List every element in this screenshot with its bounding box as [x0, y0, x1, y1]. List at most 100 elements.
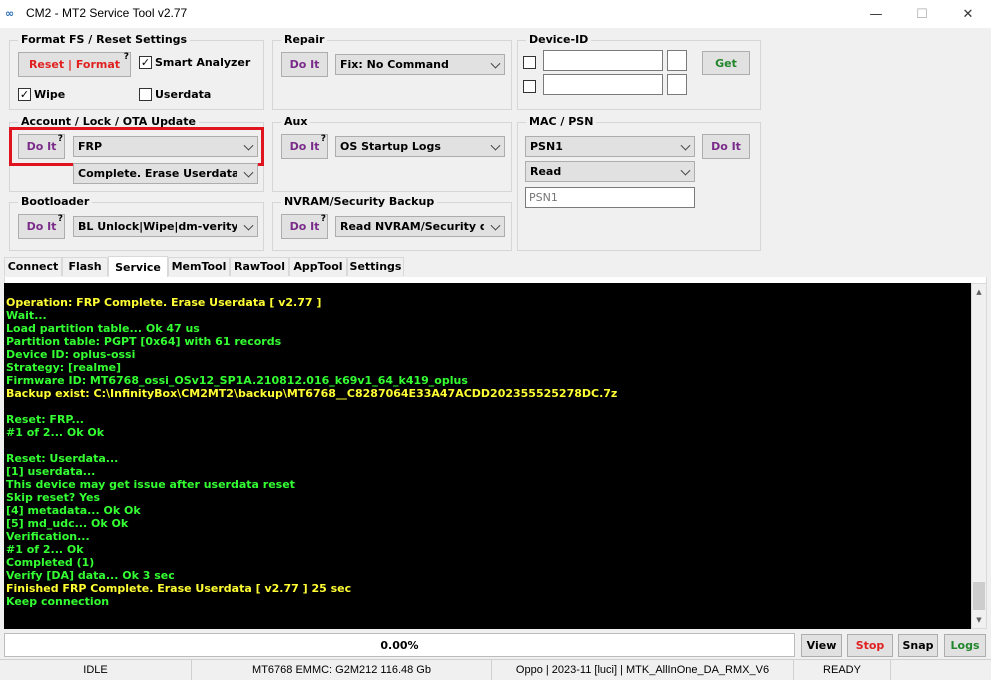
- console-line: Strategy: [realme]: [6, 361, 122, 374]
- scroll-up-icon[interactable]: ▲: [973, 285, 985, 299]
- help-icon[interactable]: ?: [124, 52, 129, 62]
- scrollbar-thumb[interactable]: [973, 582, 985, 610]
- console-line: Keep connection: [6, 595, 110, 608]
- aux-title: Aux: [281, 115, 311, 129]
- smart-analyzer-checkbox[interactable]: ✓: [139, 56, 152, 69]
- aux-select[interactable]: OS Startup Logs: [335, 136, 505, 157]
- stop-label: Stop: [855, 639, 885, 652]
- nvram-do-it-label: Do It: [289, 220, 320, 233]
- aux-do-it-button[interactable]: Do It ?: [281, 134, 328, 159]
- smart-analyzer-label: Smart Analyzer: [155, 56, 251, 69]
- console-line: [1] userdata...: [6, 465, 96, 478]
- userdata-checkbox[interactable]: [139, 88, 152, 101]
- logs-button[interactable]: Logs: [944, 634, 986, 657]
- console-line: Skip reset? Yes: [6, 491, 101, 504]
- psn-mode-select[interactable]: Read: [525, 161, 695, 182]
- status-storage: MT6768 EMMC: G2M212 116.48 Gb: [192, 660, 492, 680]
- chevron-down-icon: [490, 58, 501, 69]
- get-label: Get: [715, 56, 737, 70]
- tab-service[interactable]: Service: [108, 256, 168, 278]
- psn-select[interactable]: PSN1: [525, 136, 695, 157]
- stop-button[interactable]: Stop: [847, 634, 893, 657]
- tab-settings[interactable]: Settings: [347, 257, 404, 276]
- tab-apptool[interactable]: AppTool: [289, 257, 347, 276]
- help-icon[interactable]: ?: [58, 214, 63, 224]
- nvram-title: NVRAM/Security Backup: [281, 195, 438, 209]
- psn-input[interactable]: [525, 187, 695, 208]
- chevron-down-icon: [490, 220, 501, 231]
- tab-connect[interactable]: Connect: [4, 257, 62, 276]
- repair-do-it-button[interactable]: Do It: [281, 52, 328, 77]
- format-fs-title: Format FS / Reset Settings: [18, 33, 191, 47]
- close-button[interactable]: ✕: [945, 0, 991, 28]
- tab-flash[interactable]: Flash: [62, 257, 108, 276]
- minimize-button[interactable]: —: [853, 0, 899, 28]
- progress-bar: 0.00%: [4, 633, 795, 657]
- help-icon[interactable]: ?: [321, 214, 326, 224]
- bootloader-select-value: BL Unlock|Wipe|dm-verity Off: [78, 220, 237, 233]
- tab-memtool[interactable]: MemTool: [168, 257, 230, 276]
- console-lines: Operation: FRP Complete. Erase Userdata …: [4, 283, 971, 608]
- bootloader-do-it-label: Do It: [26, 220, 57, 233]
- view-label: View: [806, 639, 837, 652]
- log-console[interactable]: Operation: FRP Complete. Erase Userdata …: [4, 283, 971, 629]
- console-line: Operation: FRP Complete. Erase Userdata …: [6, 296, 322, 309]
- console-line: Verify [DA] data... Ok 3 sec: [6, 569, 175, 582]
- mac-psn-do-it-label: Do It: [711, 140, 741, 153]
- progress-label: 0.00%: [380, 638, 419, 652]
- tab-rawtool[interactable]: RawTool: [230, 257, 289, 276]
- device-id-title: Device-ID: [526, 33, 592, 47]
- nvram-select[interactable]: Read NVRAM/Security data: [335, 216, 505, 237]
- chevron-down-icon: [680, 140, 691, 151]
- wipe-checkbox[interactable]: ✓: [18, 88, 31, 101]
- console-line: [5] md_udc... Ok Ok: [6, 517, 129, 530]
- console-line: Partition table: PGPT [0x64] with 61 rec…: [6, 335, 282, 348]
- device-id-checkbox-1[interactable]: [523, 56, 536, 69]
- app-icon: ∞: [5, 7, 14, 20]
- snap-label: Snap: [902, 639, 934, 652]
- account-sub-select-value: Complete. Erase Userdata: [78, 167, 237, 180]
- device-id-field-2b[interactable]: [667, 74, 687, 95]
- repair-do-it-label: Do It: [289, 58, 320, 71]
- bootloader-do-it-button[interactable]: Do It ?: [18, 214, 65, 239]
- view-button[interactable]: View: [801, 634, 842, 657]
- nvram-select-value: Read NVRAM/Security data: [340, 220, 484, 233]
- account-sub-select[interactable]: Complete. Erase Userdata: [73, 163, 258, 184]
- get-button[interactable]: Get: [702, 51, 750, 75]
- status-ready: READY: [794, 660, 891, 680]
- console-line: Reset: FRP...: [6, 413, 84, 426]
- userdata-label: Userdata: [155, 88, 212, 101]
- reset-format-button[interactable]: Reset | Format ?: [18, 52, 131, 77]
- console-line: #1 of 2... Ok Ok: [6, 426, 105, 439]
- console-line: Firmware ID: MT6768_ossi_OSv12_SP1A.2108…: [6, 374, 468, 387]
- device-id-field-1[interactable]: [543, 50, 663, 71]
- mac-psn-do-it-button[interactable]: Do It: [702, 134, 750, 159]
- maximize-button[interactable]: ☐: [899, 0, 945, 28]
- aux-do-it-label: Do It: [289, 140, 320, 153]
- nvram-do-it-button[interactable]: Do It ?: [281, 214, 328, 239]
- device-id-field-2[interactable]: [543, 74, 663, 95]
- status-device: Oppo | 2023-11 [luci] | MTK_AllInOne_DA_…: [492, 660, 794, 680]
- mac-psn-title: MAC / PSN: [526, 115, 597, 129]
- help-icon[interactable]: ?: [321, 134, 326, 144]
- console-line: Wait...: [6, 309, 47, 322]
- chevron-down-icon: [680, 165, 691, 176]
- device-id-checkbox-2[interactable]: [523, 80, 536, 93]
- logs-label: Logs: [950, 639, 980, 652]
- bootloader-select[interactable]: BL Unlock|Wipe|dm-verity Off: [73, 216, 258, 237]
- repair-select[interactable]: Fix: No Command: [335, 54, 505, 75]
- chevron-down-icon: [243, 167, 254, 178]
- device-id-field-1b[interactable]: [667, 50, 687, 71]
- console-line: [4] metadata... Ok Ok: [6, 504, 141, 517]
- scroll-down-icon[interactable]: ▼: [973, 613, 985, 627]
- snap-button[interactable]: Snap: [898, 634, 938, 657]
- chevron-down-icon: [490, 140, 501, 151]
- main-tabs: Connect Flash Service MemTool RawTool Ap…: [4, 256, 984, 278]
- console-line: Device ID: oplus-ossi: [6, 348, 136, 361]
- console-line: This device may get issue after userdata…: [6, 478, 295, 491]
- bootloader-title: Bootloader: [18, 195, 93, 209]
- repair-title: Repair: [281, 33, 328, 47]
- console-scrollbar[interactable]: ▲ ▼: [971, 283, 987, 629]
